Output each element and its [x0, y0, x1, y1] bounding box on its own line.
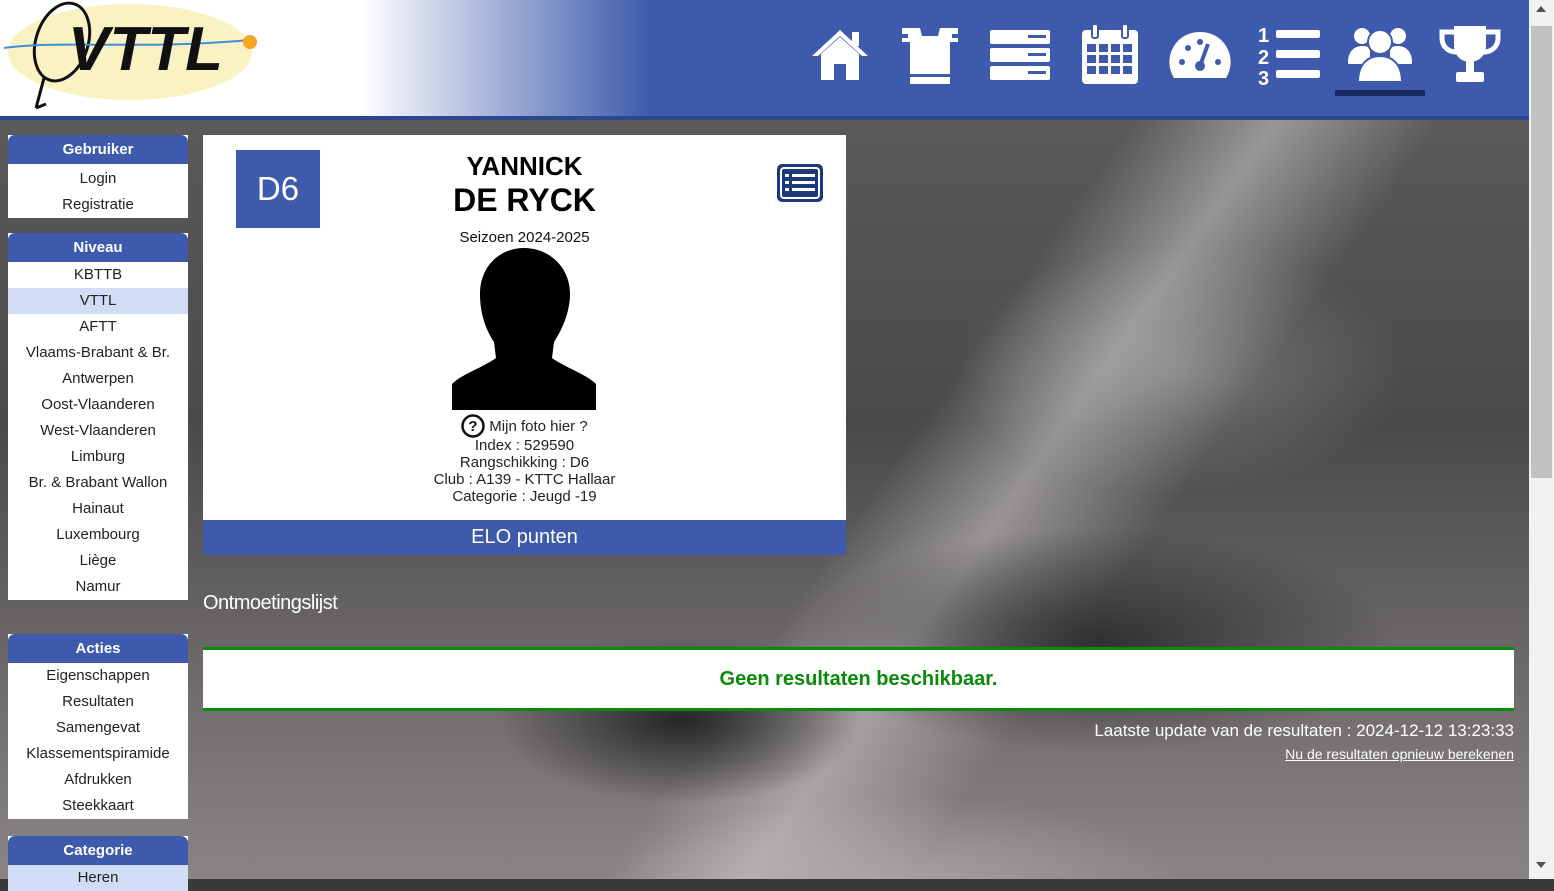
divisions-icon	[990, 30, 1050, 80]
level-item-liege[interactable]: Liège	[8, 548, 188, 574]
action-properties[interactable]: Eigenschappen	[8, 663, 188, 689]
trophy-icon	[1439, 26, 1501, 82]
svg-text:2: 2	[1258, 47, 1269, 69]
header-border	[0, 116, 1529, 120]
login-link[interactable]: Login	[8, 166, 188, 192]
elo-points-button[interactable]: ELO punten	[203, 520, 846, 555]
action-summary[interactable]: Samengevat	[8, 715, 188, 741]
player-category: Categorie : Jeugd -19	[452, 488, 597, 505]
calendar-icon	[1082, 23, 1138, 84]
svg-text:VTTL: VTTL	[68, 15, 223, 84]
registration-link[interactable]: Registratie	[8, 192, 188, 218]
actions-menu-title: Acties	[8, 634, 188, 663]
level-item-limburg[interactable]: Limburg	[8, 444, 188, 470]
level-item-luxembourg[interactable]: Luxembourg	[8, 522, 188, 548]
level-menu: Niveau KBTTB VTTL AFTT Vlaams-Brabant & …	[8, 233, 188, 600]
scroll-down-arrow[interactable]	[1536, 862, 1546, 868]
category-menu-title: Categorie	[8, 836, 188, 865]
level-item-aftt[interactable]: AFTT	[8, 314, 188, 340]
level-item-west-vlaanderen[interactable]: West-Vlaanderen	[8, 418, 188, 444]
nav-home[interactable]	[795, 22, 885, 96]
player-index: Index : 529590	[474, 437, 575, 454]
nav-divisions[interactable]	[975, 22, 1065, 96]
action-player-card[interactable]: Steekkaart	[8, 793, 188, 819]
vttl-logo[interactable]: VTTL	[0, 0, 260, 116]
level-item-namur[interactable]: Namur	[8, 574, 188, 600]
player-ranking: Rangschikking : D6	[459, 454, 590, 471]
photo-help[interactable]: ? Mijn foto hier ?	[203, 414, 846, 438]
nav-rankings[interactable]: 1 2 3	[1245, 22, 1335, 96]
ranking-list-icon: 1 2 3	[1258, 25, 1320, 86]
svg-text:1: 1	[1258, 25, 1269, 47]
players-icon	[1348, 28, 1412, 83]
user-menu: Gebruiker Login Registratie	[8, 135, 188, 218]
player-photo-placeholder	[452, 248, 596, 410]
player-club: Club : A139 - KTTC Hallaar	[433, 471, 616, 488]
player-first-name: YANNICK	[466, 151, 583, 181]
action-results[interactable]: Resultaten	[8, 689, 188, 715]
level-item-oost-vlaanderen[interactable]: Oost-Vlaanderen	[8, 392, 188, 418]
actions-menu: Acties Eigenschappen Resultaten Samengev…	[8, 634, 188, 819]
scroll-up-arrow[interactable]	[1536, 6, 1546, 12]
scrollbar-thumb[interactable]	[1531, 26, 1552, 478]
no-results-message: Geen resultaten beschikbaar.	[203, 647, 1514, 711]
help-icon: ?	[461, 414, 486, 438]
player-last-name: DE RYCK	[453, 182, 596, 218]
speedometer-icon	[1169, 31, 1231, 78]
shirt-icon	[902, 28, 958, 84]
level-item-hainaut[interactable]: Hainaut	[8, 496, 188, 522]
level-item-vttl[interactable]: VTTL	[8, 288, 188, 314]
recalculate-link[interactable]: Nu de resultaten opnieuw berekenen	[1285, 746, 1514, 762]
category-item-heren[interactable]: Heren	[8, 865, 188, 891]
section-title: Ontmoetingslijst	[203, 592, 338, 614]
action-print[interactable]: Afdrukken	[8, 767, 188, 793]
photo-prompt: Mijn foto hier ?	[489, 417, 588, 435]
level-item-vlaams-brabant[interactable]: Vlaams-Brabant & Br.	[8, 340, 188, 366]
player-card: D6 YANNICK DE RYCK Seizoen 2024-2025 ? M…	[203, 135, 846, 555]
nav-statistics[interactable]	[1155, 22, 1245, 96]
action-ranking-pyramid[interactable]: Klassementspiramide	[8, 741, 188, 767]
level-item-antwerpen[interactable]: Antwerpen	[8, 366, 188, 392]
user-menu-title: Gebruiker	[8, 135, 188, 164]
nav-tournaments[interactable]	[1425, 22, 1515, 96]
level-item-brabant-wallon[interactable]: Br. & Brabant Wallon	[8, 470, 188, 496]
nav-players[interactable]	[1335, 22, 1425, 96]
svg-text:?: ?	[469, 418, 478, 435]
home-icon	[812, 30, 868, 80]
last-update-text: Laatste update van de resultaten : 2024-…	[1094, 721, 1514, 740]
level-menu-title: Niveau	[8, 233, 188, 262]
season-label: Seizoen 2024-2025	[459, 229, 590, 246]
svg-text:3: 3	[1258, 68, 1269, 86]
category-menu: Categorie Heren	[8, 836, 188, 891]
nav-teams[interactable]	[885, 22, 975, 96]
header: VTTL 1 2 3	[0, 0, 1529, 116]
nav-calendar[interactable]	[1065, 22, 1155, 96]
level-item-kbttb[interactable]: KBTTB	[8, 262, 188, 288]
main-nav: 1 2 3	[795, 22, 1515, 96]
